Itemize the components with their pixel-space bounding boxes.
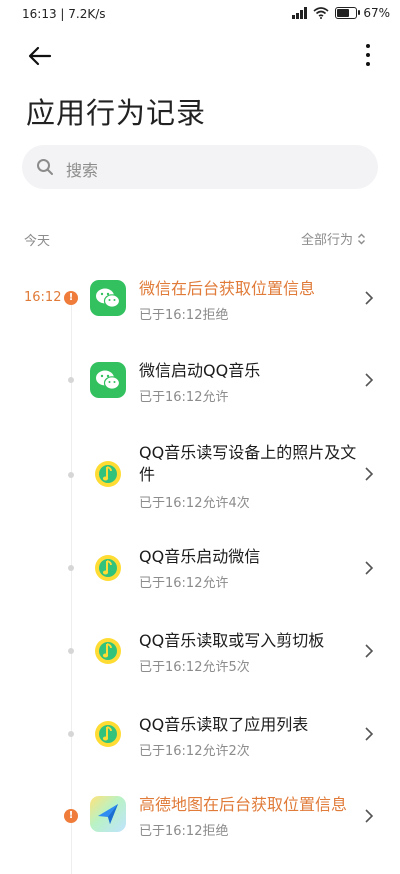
warning-icon: ! xyxy=(64,291,78,305)
search-icon xyxy=(37,159,53,175)
record-title: QQ音乐读取或写入剪切板 xyxy=(139,631,325,650)
record-title: QQ音乐启动微信 xyxy=(139,547,261,566)
signal-icon xyxy=(292,7,308,19)
record-row[interactable]: QQ音乐读取或写入剪切板 已于16:12允许5次 xyxy=(0,622,400,682)
record-title: QQ音乐读取了应用列表 xyxy=(139,715,309,734)
timeline-dot xyxy=(68,472,74,478)
timeline-dot xyxy=(68,377,74,383)
timeline-dot xyxy=(68,648,74,654)
wechat-icon xyxy=(90,362,126,398)
record-row[interactable]: 16:12 ! 微信在后台获取位置信息 已于16:12拒绝 xyxy=(0,270,400,330)
chevron-right-icon xyxy=(365,291,374,305)
record-row[interactable]: QQ音乐读写设备上的照片及文件 已于16:12允许4次 xyxy=(0,436,400,514)
record-subtitle: 已于16:12允许5次 xyxy=(139,660,250,675)
back-arrow-icon xyxy=(28,46,52,66)
record-time: 16:12 xyxy=(24,290,62,305)
record-subtitle: 已于16:12允许2次 xyxy=(139,744,250,759)
record-subtitle: 已于16:12拒绝 xyxy=(139,824,229,839)
record-subtitle: 已于16:12拒绝 xyxy=(139,308,229,323)
battery-percent: 67% xyxy=(363,6,390,20)
warning-icon: ! xyxy=(64,809,78,823)
sort-chevron-icon xyxy=(358,233,365,244)
search-placeholder: 搜索 xyxy=(66,161,99,180)
timeline-dot xyxy=(68,565,74,571)
more-dot-icon xyxy=(366,62,370,66)
record-row[interactable]: ! 高德地图在后台获取位置信息 已于16:12拒绝 xyxy=(0,786,400,846)
filter-dropdown[interactable]: 全部行为 xyxy=(301,229,366,248)
status-time-speed: 16:13 | 7.2K/s xyxy=(22,7,106,21)
record-subtitle: 已于16:12允许 xyxy=(139,390,229,405)
chevron-right-icon xyxy=(365,561,374,575)
status-bar: 16:13 | 7.2K/s 67% xyxy=(0,0,400,30)
battery-icon xyxy=(335,7,361,19)
status-icons: 67% xyxy=(292,6,390,20)
record-row[interactable]: 微信启动QQ音乐 已于16:12允许 xyxy=(0,352,400,412)
day-label: 今天 xyxy=(24,234,51,249)
wechat-icon xyxy=(90,280,126,316)
record-row[interactable]: QQ音乐启动微信 已于16:12允许 xyxy=(0,538,400,598)
search-input[interactable]: 搜索 xyxy=(22,145,378,189)
amap-icon xyxy=(90,796,126,832)
record-subtitle: 已于16:12允许4次 xyxy=(139,496,250,511)
filter-label: 全部行为 xyxy=(300,233,353,248)
back-button[interactable] xyxy=(26,42,56,70)
chevron-right-icon xyxy=(365,727,374,741)
record-title: QQ音乐读写设备上的照片及文件 xyxy=(139,443,357,484)
chevron-right-icon xyxy=(365,809,374,823)
record-row[interactable]: QQ音乐读取了应用列表 已于16:12允许2次 xyxy=(0,706,400,766)
more-dot-icon xyxy=(366,44,370,48)
record-title: 微信在后台获取位置信息 xyxy=(139,279,316,298)
chevron-right-icon xyxy=(365,467,374,481)
qq-music-icon xyxy=(90,456,126,492)
record-title: 微信启动QQ音乐 xyxy=(139,361,261,380)
qq-music-icon xyxy=(90,716,126,752)
page-title: 应用行为记录 xyxy=(26,96,207,130)
more-dot-icon xyxy=(366,53,370,57)
wifi-icon xyxy=(313,7,329,19)
qq-music-icon xyxy=(90,550,126,586)
chevron-right-icon xyxy=(365,644,374,658)
record-title: 高德地图在后台获取位置信息 xyxy=(139,795,348,814)
timeline-dot xyxy=(68,731,74,737)
qq-music-icon xyxy=(90,633,126,669)
record-subtitle: 已于16:12允许 xyxy=(139,576,229,591)
more-options-button[interactable] xyxy=(364,44,372,66)
chevron-right-icon xyxy=(365,373,374,387)
